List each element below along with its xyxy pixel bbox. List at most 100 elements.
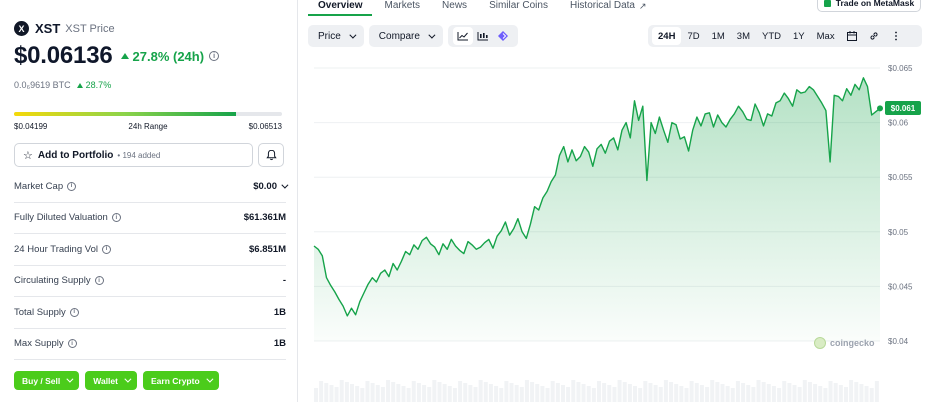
current-price-tag: $0.061 xyxy=(885,101,921,115)
range-24h[interactable]: 24H xyxy=(652,27,682,45)
volume-bar xyxy=(607,385,612,402)
volume-bar xyxy=(617,380,622,402)
volume-bar xyxy=(694,383,699,402)
more-options-button[interactable] xyxy=(885,27,907,45)
link-button[interactable] xyxy=(863,27,885,45)
volume-bar xyxy=(499,388,504,402)
volume-bar xyxy=(355,386,360,402)
volume-bar xyxy=(535,384,540,402)
price-chart-svg: $0.065 $0.06 $0.055 $0.05 $0.045 $0.04 xyxy=(313,64,913,402)
volume-bar xyxy=(422,385,427,402)
earn-crypto-button[interactable]: Earn Crypto xyxy=(142,371,219,390)
volume-bar xyxy=(416,383,421,402)
volume-bar xyxy=(828,381,833,402)
range-labels: $0.04199 24h Range $0.06513 xyxy=(14,122,282,131)
volume-bar xyxy=(813,384,818,402)
volume-bar xyxy=(859,384,864,402)
wallet-button[interactable]: Wallet xyxy=(85,371,137,390)
volume-bar xyxy=(375,385,380,402)
info-icon[interactable]: i xyxy=(101,244,111,254)
up-arrow-icon xyxy=(120,53,129,59)
compare-dropdown[interactable]: Compare xyxy=(368,25,443,47)
volume-bar xyxy=(344,382,349,402)
coin-name: XST Price xyxy=(65,22,115,35)
info-icon[interactable]: i xyxy=(69,307,79,317)
range-3m[interactable]: 3M xyxy=(731,27,756,45)
chevron-down-icon xyxy=(124,375,132,383)
tab-label: Similar Coins xyxy=(489,0,548,11)
calendar-icon xyxy=(846,31,857,41)
volume-bar xyxy=(622,382,627,402)
tradingview-icon xyxy=(497,31,508,41)
volume-bar xyxy=(746,385,751,402)
external-link-icon: ↗ xyxy=(639,1,647,11)
range-1m[interactable]: 1M xyxy=(706,27,731,45)
price-dropdown-label: Price xyxy=(318,30,341,42)
volume-bar xyxy=(710,380,715,402)
tab-overview[interactable]: Overview xyxy=(308,0,373,16)
volume-bar xyxy=(386,380,391,402)
price-area xyxy=(314,77,880,342)
tab-news[interactable]: News xyxy=(442,0,467,16)
volume-bar xyxy=(838,385,843,402)
volume-bar xyxy=(741,383,746,402)
link-icon xyxy=(870,32,878,40)
volume-bar xyxy=(581,384,586,402)
volume-bar xyxy=(653,385,658,402)
coingecko-logo-icon xyxy=(814,337,826,349)
volume-bar xyxy=(391,382,396,402)
volume-bar xyxy=(602,383,607,402)
range-ytd[interactable]: YTD xyxy=(756,27,787,45)
volume-bar xyxy=(756,380,761,402)
info-icon[interactable]: i xyxy=(94,276,104,286)
price-alert-button[interactable] xyxy=(258,143,284,167)
volume-bar xyxy=(807,382,812,402)
info-icon[interactable]: i xyxy=(67,181,77,191)
range-1y[interactable]: 1Y xyxy=(787,27,811,45)
stat-label: 24 Hour Trading Vol i xyxy=(14,244,111,255)
chevron-down-icon[interactable] xyxy=(281,181,289,189)
tradingview-button[interactable] xyxy=(493,27,513,45)
volume-bar xyxy=(735,381,740,402)
volume-bar xyxy=(406,388,411,402)
volume-bar xyxy=(319,381,324,402)
price-change-value: 27.8% (24h) xyxy=(132,48,205,64)
action-button-label: Wallet xyxy=(93,375,118,386)
info-icon[interactable]: i xyxy=(67,339,77,349)
info-icon[interactable]: i xyxy=(111,213,121,223)
range-max[interactable]: Max xyxy=(811,27,841,45)
volume-bar xyxy=(777,388,782,402)
volume-bar xyxy=(530,382,535,402)
buy-sell-button[interactable]: Buy / Sell xyxy=(14,371,80,390)
tab-markets[interactable]: Markets xyxy=(384,0,420,16)
tab-historical-data[interactable]: Historical Data ↗ xyxy=(570,0,647,16)
portfolio-added-count: • 194 added xyxy=(117,150,161,160)
price-dropdown[interactable]: Price xyxy=(308,25,364,47)
watermark-text: coingecko xyxy=(830,338,875,348)
volume-bar xyxy=(725,386,730,402)
volume-bar xyxy=(612,387,617,402)
candlestick-chart-button[interactable] xyxy=(473,27,493,45)
volume-bar xyxy=(463,383,468,402)
volume-bar xyxy=(370,383,375,402)
stat-label: Fully Diluted Valuation i xyxy=(14,212,121,223)
trade-on-metamask-button[interactable]: Trade on MetaMask xyxy=(817,0,921,12)
volume-bar xyxy=(658,387,663,402)
volume-bar xyxy=(571,380,576,402)
add-to-portfolio-button[interactable]: ☆ Add to Portfolio • 194 added xyxy=(14,143,253,167)
stat-row[interactable]: Market Cap i $0.00 xyxy=(14,171,289,203)
range-7d[interactable]: 7D xyxy=(681,27,705,45)
stat-value: $61.361M xyxy=(244,212,286,223)
info-icon[interactable]: i xyxy=(209,51,220,61)
volume-bar xyxy=(514,385,519,402)
volume-bar xyxy=(669,382,674,402)
stat-value-text: 1B xyxy=(273,306,286,318)
tab-similar-coins[interactable]: Similar Coins xyxy=(489,0,548,16)
line-chart-button[interactable] xyxy=(452,27,473,45)
volume-bar xyxy=(843,387,848,402)
up-arrow-icon xyxy=(76,82,83,88)
volume-bar xyxy=(555,383,560,402)
star-icon: ☆ xyxy=(23,149,33,162)
calendar-button[interactable] xyxy=(841,27,863,45)
stat-label-text: Market Cap xyxy=(14,180,64,192)
